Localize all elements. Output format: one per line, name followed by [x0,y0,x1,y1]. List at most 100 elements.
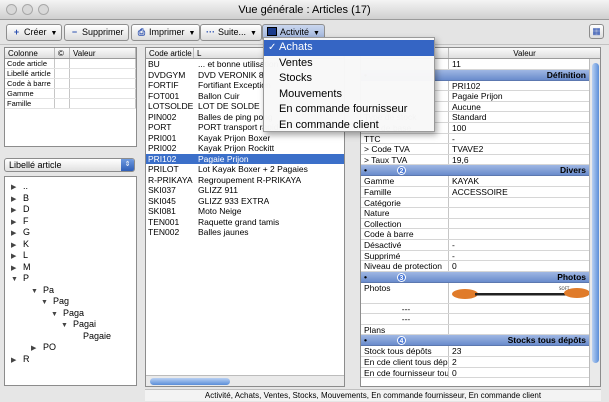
detail-section-header[interactable]: • 3 Photos [361,271,600,283]
activity-menu-item[interactable]: Ventes [264,56,434,72]
tree-item[interactable]: ▶ PO [31,342,56,353]
disclosure-closed-icon[interactable]: ▶ [11,205,20,216]
detail-value[interactable] [449,219,452,229]
disclosure-closed-icon[interactable]: ▶ [11,194,20,205]
criteria-value[interactable] [70,69,136,78]
detail-row[interactable]: > Code TVA TVAVE2 [361,144,600,155]
disclosure-open-icon[interactable]: ▼ [51,309,60,320]
disclosure-closed-icon[interactable]: ▶ [11,240,20,251]
detail-value[interactable] [449,314,452,324]
criteria-value[interactable] [70,99,136,108]
disclosure-closed-icon[interactable]: ▶ [11,355,20,366]
column-header[interactable]: Colonne [5,48,55,58]
tree-item[interactable]: ▼ Paga [51,308,84,319]
disclosure-closed-icon[interactable]: ▶ [11,251,20,262]
detail-row[interactable]: Code à barre [361,229,600,240]
tree-item[interactable]: ▼ P [11,273,29,284]
tree-item[interactable]: ▼ Pag [41,296,69,307]
detail-value[interactable]: PRI102 [449,81,480,91]
tree-item[interactable]: ▶ F [11,216,29,227]
detail-row-photo[interactable]: Photos SOFT [361,282,600,304]
disclosure-closed-icon[interactable]: ▶ [11,228,20,239]
detail-value[interactable]: 19,6 [449,155,469,165]
sort-popup[interactable]: Libellé article ⇕ [4,158,135,172]
article-row[interactable]: PRI102 Pagaie Prijon [146,153,344,164]
detail-row[interactable]: --- [361,314,600,325]
vertical-scrollbar[interactable] [589,59,600,386]
detail-row[interactable]: En cde client tous dépôts2 [361,357,600,368]
tree-item[interactable]: Pagaie [71,331,111,342]
disclosure-open-icon[interactable]: ▼ [41,297,50,308]
detail-row[interactable]: Nature [361,208,600,219]
detail-value[interactable] [449,229,452,239]
disclosure-closed-icon[interactable]: ▶ [11,263,20,274]
scroll-thumb[interactable] [150,378,230,385]
detail-value[interactable]: 0 [449,261,457,271]
activity-menu-item[interactable]: En commande fournisseur [264,102,434,118]
tree-item[interactable]: ▶ B [11,193,29,204]
tree-item[interactable]: ▶ D [11,204,30,215]
detail-value[interactable]: - [449,134,455,144]
detail-value[interactable]: ACCESSOIRE [449,187,508,197]
delete-button[interactable]: − Supprimer [64,24,129,41]
horizontal-scrollbar[interactable] [146,375,344,386]
tree-item[interactable]: ▶ M [11,262,31,273]
criteria-row[interactable]: Famille [5,99,136,109]
tree-item[interactable]: ▶.. [11,181,28,192]
tree-item[interactable]: ▶ G [11,227,30,238]
article-row[interactable]: PRILOT Lot Kayak Boxer + 2 Pagaies [146,164,344,175]
detail-section-header[interactable]: • 4 Stocks tous dépôts [361,335,600,347]
disclosure-closed-icon[interactable]: ▶ [11,182,20,193]
value-header[interactable]: Valeur [70,48,136,58]
detail-value[interactable] [449,325,452,335]
detail-row[interactable]: --- [361,303,600,315]
layout-toggle-icon[interactable]: ▦ [589,24,604,39]
criteria-value[interactable] [70,89,136,98]
disclosure-closed-icon[interactable]: ▶ [31,343,40,354]
criteria-row[interactable]: Gamme [5,89,136,99]
detail-value[interactable]: Aucune [449,102,481,112]
detail-value[interactable]: 11 [449,59,461,69]
detail-value[interactable]: 0 [449,368,457,378]
scroll-thumb[interactable] [592,63,599,363]
tree-item[interactable]: ▶ L [11,250,28,261]
detail-row[interactable]: Stock tous dépôts 23 [361,346,600,358]
more-button[interactable]: ··· Suite... ▼ [200,24,262,41]
close-window-icon[interactable] [6,4,17,15]
detail-row[interactable]: Famille ACCESSOIRE [361,186,600,198]
print-button[interactable]: ⎙ Imprimer ▼ [131,24,201,41]
article-row[interactable]: TEN002 Balles jaunes [146,227,344,238]
criteria-value[interactable] [70,59,136,68]
detail-value[interactable]: 2 [449,357,457,367]
tree-item[interactable]: ▼ Pa [31,285,54,296]
detail-value[interactable]: KAYAK [449,176,479,186]
disclosure-closed-icon[interactable]: ▶ [11,217,20,228]
detail-row[interactable]: Plans [361,324,600,336]
article-row[interactable]: SKI045 GLIZZ 933 EXTRA [146,196,344,207]
article-row[interactable]: PRI001 Kayak Prijon Boxer [146,133,344,144]
disclosure-open-icon[interactable]: ▼ [31,286,40,297]
detail-value[interactable]: - [449,240,455,250]
activity-menu-item[interactable]: Stocks [264,71,434,87]
article-row[interactable]: SKI037 GLIZZ 911 [146,185,344,196]
minimize-window-icon[interactable] [22,4,33,15]
detail-value[interactable] [449,198,452,208]
detail-row[interactable]: Gamme KAYAK [361,176,600,187]
article-row[interactable]: SKI081 Moto Neige [146,206,344,217]
detail-value[interactable]: - [449,251,455,261]
detail-row[interactable]: Désactivé - [361,239,600,251]
detail-row[interactable]: Niveau de protection 0 [361,261,600,272]
criteria-value[interactable] [70,79,136,88]
article-row[interactable]: R-PRIKAYA Regroupement R-PRIKAYA [146,175,344,186]
activity-menu-item[interactable]: En commande client [264,118,434,134]
detail-value[interactable] [449,208,452,218]
criteria-row[interactable]: Code article [5,59,136,69]
create-button[interactable]: + Créer ▼ [6,24,63,41]
detail-value[interactable]: 100 [449,123,466,133]
tree-item[interactable]: ▶ K [11,239,29,250]
detail-value[interactable]: Pagaie Prijon [449,91,503,101]
detail-row[interactable]: Collection [361,218,600,230]
detail-value[interactable]: Standard [449,112,487,122]
detail-row[interactable]: Catégorie [361,197,600,209]
disclosure-open-icon[interactable]: ▼ [61,320,70,331]
